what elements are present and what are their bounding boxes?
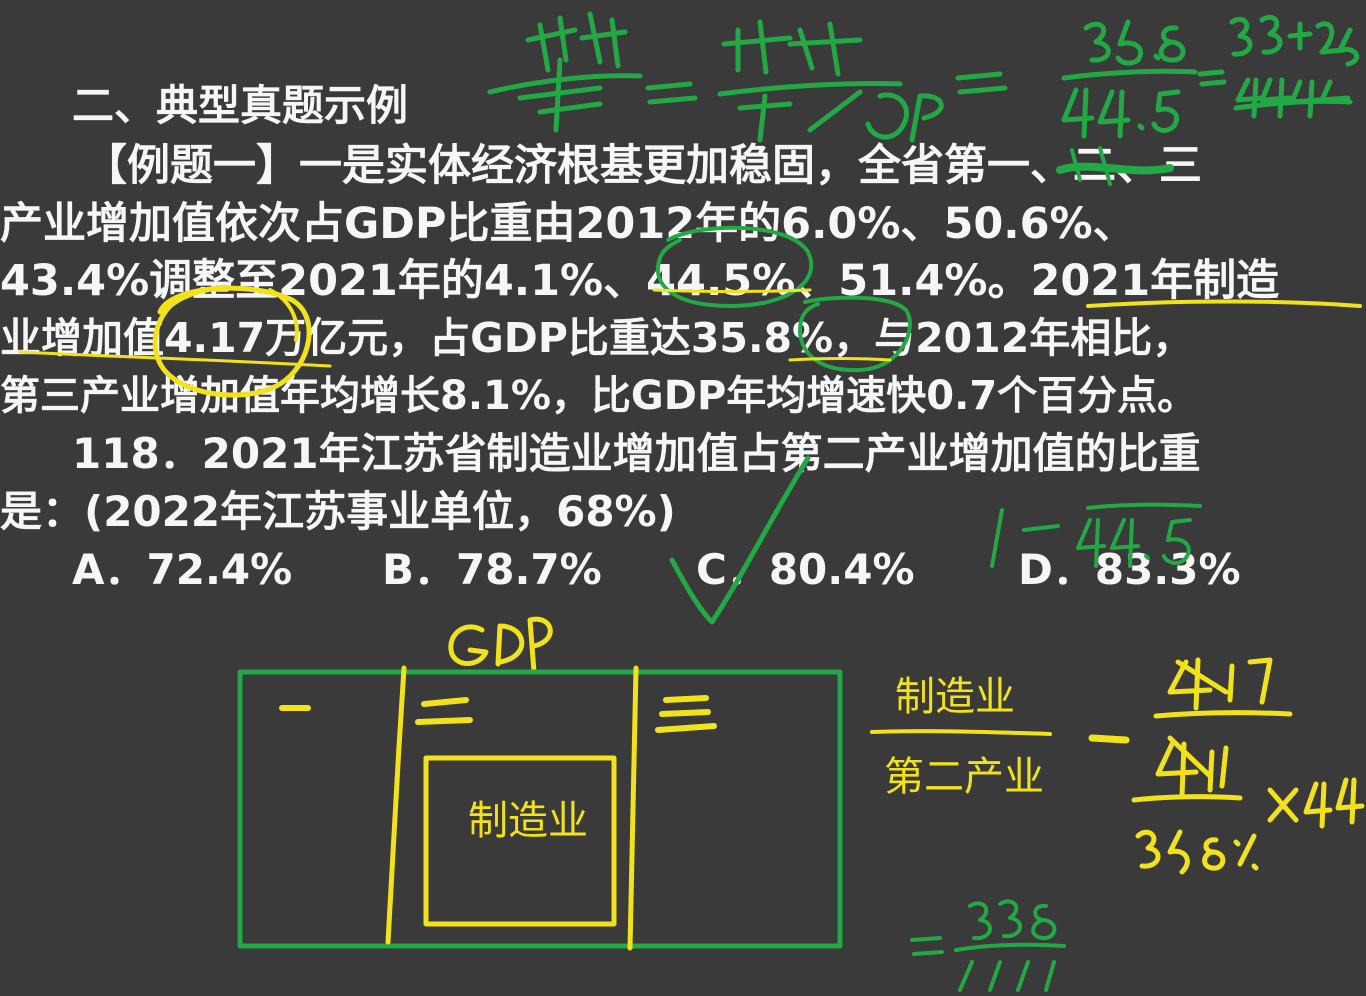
question-line-2: 是：(2022年江苏事业单位，68%) xyxy=(0,487,676,536)
paragraph-line-1: 【例题一】一是实体经济根基更加稳固，全省第一、二、三 xyxy=(84,141,1202,191)
fraction-equals xyxy=(1088,734,1130,744)
question-line-1: 118．2021年江苏省制造业增加值占第二产业增加值的比重 xyxy=(72,429,1201,478)
section-heading: 二、典型真题示例 xyxy=(72,81,409,130)
yellow-right-numerator xyxy=(1153,657,1293,719)
paragraph-line-3: 43.4%调整至2021年的4.1%、44.5%、51.4%。2021年制造 xyxy=(0,256,1280,306)
lecture-slide: 二、典型真题示例 【例题一】一是实体经济根基更加稳固，全省第一、二、三 产业增加… xyxy=(0,0,1366,996)
divider-1 xyxy=(385,665,407,945)
option-d[interactable]: D．83.3% xyxy=(1018,542,1241,598)
fraction-bar xyxy=(870,729,1052,736)
paragraph-line-4: 业增加值4.17万亿元，占GDP比重达35.8%，与2012年相比， xyxy=(0,314,1194,362)
paragraph-line-5: 第三产业增加值年均增长8.1%，比GDP年均增速快0.7个百分点。 xyxy=(0,373,1198,419)
fraction-numerator: 制造业 xyxy=(895,674,1015,720)
yellow-right-denominator xyxy=(1131,735,1243,803)
green-bottom-fraction xyxy=(910,899,1066,992)
fraction-denominator: 第二产业 xyxy=(884,754,1044,800)
yellow-right-multiply xyxy=(1267,777,1365,829)
diagram-inner-label: 制造业 xyxy=(468,798,588,844)
option-a[interactable]: A．72.4% xyxy=(72,542,292,598)
green-top-formula xyxy=(487,11,1360,143)
section-mark-2 xyxy=(415,697,473,725)
divider-2 xyxy=(627,665,639,951)
yellow-right-percent xyxy=(1135,829,1259,875)
section-mark-3 xyxy=(655,695,717,733)
option-b[interactable]: B．78.7% xyxy=(382,542,602,598)
paragraph-line-2: 产业增加值依次占GDP比重由2012年的6.0%、50.6%、 xyxy=(0,199,1136,249)
yellow-gdp-label xyxy=(448,616,553,675)
option-c[interactable]: C．80.4% xyxy=(696,542,915,598)
